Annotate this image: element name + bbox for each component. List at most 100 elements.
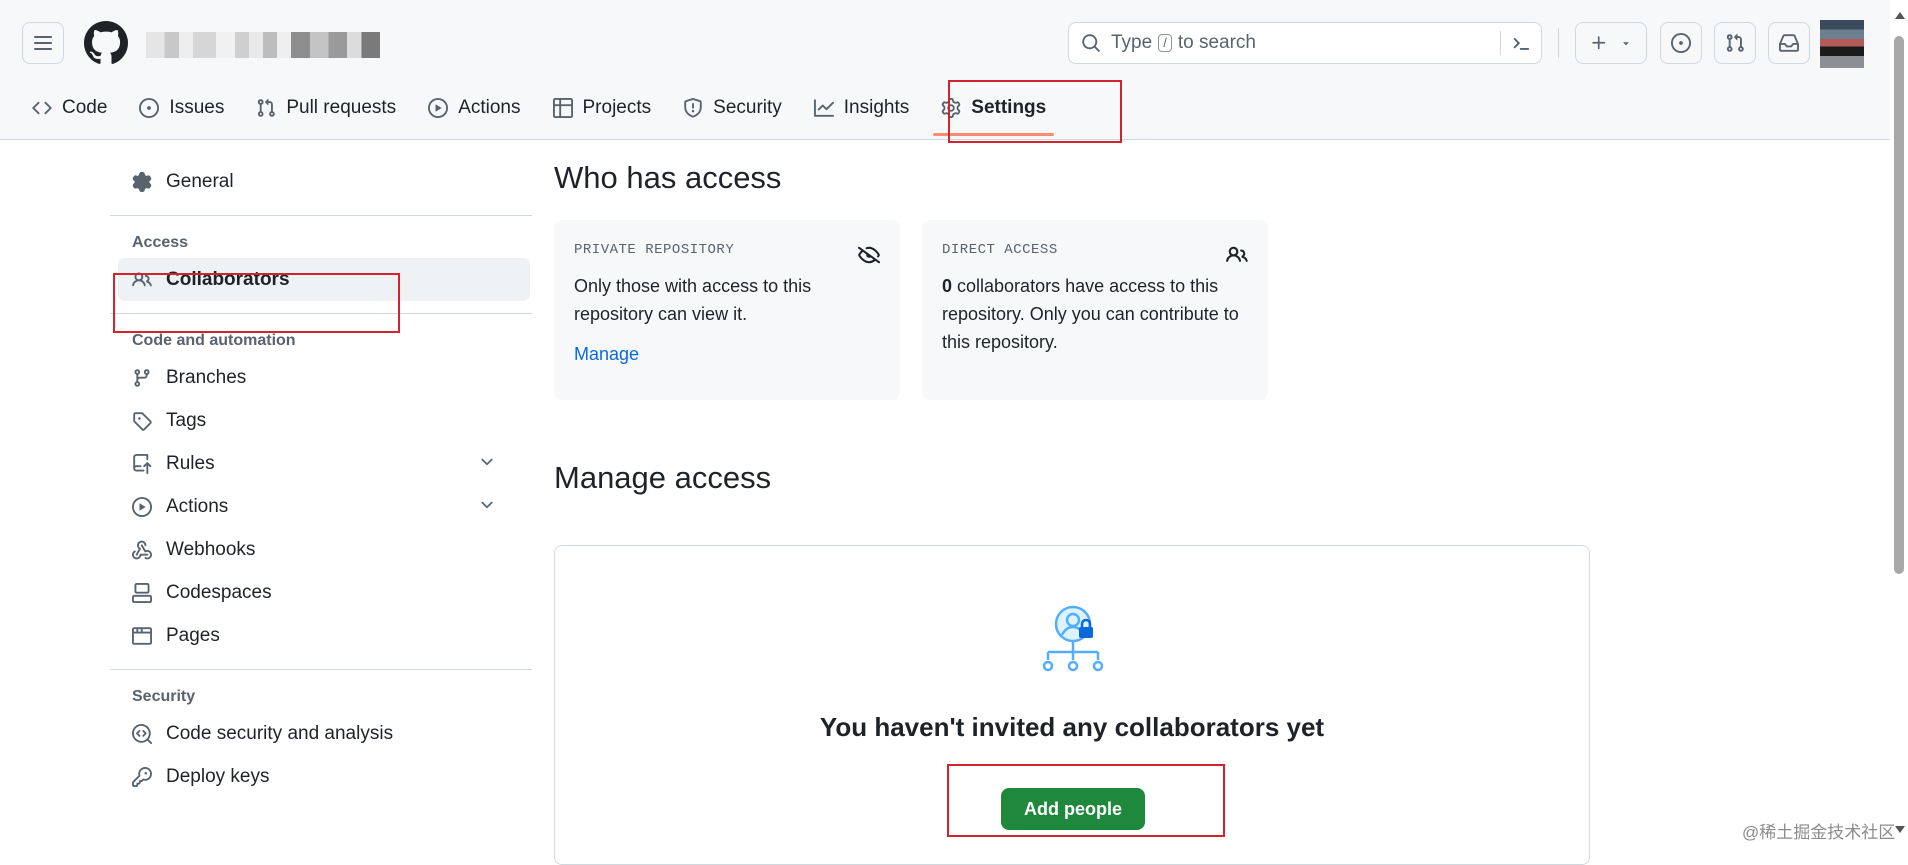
direct-access-card: DIRECT ACCESS 0 collaborators have acces… (922, 220, 1268, 400)
sidebar-item-branches[interactable]: Branches (110, 356, 532, 399)
gear-icon (132, 171, 152, 192)
git-branch-icon (134, 368, 150, 387)
menu-button[interactable] (22, 22, 64, 64)
tab-actions[interactable]: Actions (416, 88, 532, 128)
issue-icon (139, 98, 160, 118)
github-logo-icon[interactable] (84, 21, 128, 65)
scroll-up-arrow-icon[interactable] (1895, 12, 1905, 19)
graph-icon (813, 99, 834, 117)
tab-label: Settings (971, 97, 1047, 118)
search-prefix: Type (1111, 32, 1153, 53)
sidebar-item-label: Rules (166, 452, 215, 474)
codespaces-icon (132, 582, 152, 603)
tab-label: Actions (458, 97, 521, 118)
who-has-access-title: Who has access (554, 160, 782, 195)
header-divider (1558, 28, 1559, 58)
browser-icon (132, 626, 152, 645)
manage-access-panel: You haven't invited any collaborators ye… (554, 545, 1590, 865)
repo-tabs: Code Issues Pull requests Actions Projec… (0, 88, 1066, 140)
tab-security[interactable]: Security (671, 88, 794, 128)
repo-push-icon (133, 453, 152, 474)
key-icon (132, 766, 152, 787)
tab-projects[interactable]: Projects (541, 88, 664, 128)
issue-opened-icon (1671, 33, 1691, 53)
sidebar-group-access: Access (132, 234, 189, 251)
sidebar-item-tags[interactable]: Tags (110, 399, 532, 442)
sidebar-item-label: Actions (166, 495, 229, 517)
page-scrollbar[interactable] (1890, 0, 1908, 846)
tab-insights[interactable]: Insights (802, 88, 921, 128)
private-repository-text: Only those with access to this repositor… (574, 276, 812, 324)
empty-state-text: You haven't invited any collaborators ye… (819, 712, 1325, 742)
notifications-inbox-button[interactable] (1768, 22, 1810, 64)
tab-label: Insights (843, 97, 910, 118)
search-input[interactable]: Type / to search (1068, 22, 1542, 64)
plus-icon (1592, 36, 1606, 50)
table-icon (552, 98, 573, 118)
watermark: @稀土掘金技术社区 (1742, 823, 1896, 842)
sidebar-divider (110, 215, 532, 216)
sidebar-divider (110, 669, 532, 670)
tab-label: Code (62, 97, 108, 118)
chevron-down-icon[interactable] (478, 453, 496, 471)
scrollbar-thumb[interactable] (1894, 36, 1904, 574)
tab-label: Pull requests (286, 97, 397, 118)
sidebar-group-code-automation: Code and automation (132, 332, 296, 349)
direct-access-description: collaborators have access to this reposi… (942, 276, 1239, 352)
scroll-down-arrow-icon[interactable] (1895, 826, 1905, 833)
tab-issues[interactable]: Issues (127, 88, 236, 128)
pull-request-icon (258, 98, 276, 117)
main-content: Who has access PRIVATE REPOSITORY Only t… (554, 160, 1590, 865)
tab-code[interactable]: Code (20, 88, 119, 128)
sidebar-group-security: Security (132, 688, 196, 705)
sidebar-item-actions[interactable]: Actions (110, 485, 532, 528)
sidebar-item-code-security[interactable]: Code security and analysis (110, 712, 532, 755)
sidebar-item-general[interactable]: General (110, 160, 532, 203)
sidebar-item-collaborators[interactable]: Collaborators (118, 258, 530, 301)
collaborator-count: 0 (942, 276, 953, 296)
sidebar-item-label: Tags (166, 409, 207, 431)
user-avatar[interactable] (1820, 20, 1864, 68)
sidebar-item-deploy-keys[interactable]: Deploy keys (110, 755, 532, 798)
sidebar-item-label: Code security and analysis (166, 722, 394, 744)
search-divider (1500, 31, 1501, 55)
repo-header: Type / to search Code Issues Pull reques… (0, 0, 1908, 143)
tab-label: Issues (169, 97, 225, 118)
sidebar-item-rules[interactable]: Rules (110, 442, 532, 485)
sidebar-item-webhooks[interactable]: Webhooks (110, 528, 532, 571)
owner-repo-name-blurred[interactable] (146, 32, 380, 58)
collaborators-lock-icon (1042, 605, 1104, 672)
sidebar-item-pages[interactable]: Pages (110, 614, 532, 657)
eye-closed-icon (858, 246, 880, 264)
add-people-button[interactable]: Add people (1001, 788, 1145, 830)
manage-link[interactable]: Manage (574, 344, 880, 365)
caret-down-icon (1623, 42, 1629, 46)
play-icon (428, 98, 449, 118)
tab-label: Projects (582, 97, 652, 118)
sidebar-item-label: Deploy keys (166, 765, 270, 787)
sidebar-item-label: Collaborators (166, 268, 290, 290)
git-pull-request-icon (1726, 33, 1744, 52)
create-new-button[interactable] (1575, 22, 1647, 64)
your-pull-requests-button[interactable] (1714, 22, 1756, 64)
sidebar-item-codespaces[interactable]: Codespaces (110, 571, 532, 614)
sidebar-item-label: Codespaces (166, 581, 272, 603)
your-issues-button[interactable] (1660, 22, 1702, 64)
command-palette-icon[interactable] (1511, 33, 1531, 53)
people-icon (1226, 246, 1248, 262)
sidebar-item-label: Webhooks (166, 538, 256, 560)
play-icon (132, 496, 152, 517)
manage-access-title: Manage access (554, 460, 772, 495)
chevron-down-icon[interactable] (478, 496, 496, 514)
webhook-icon (132, 540, 152, 559)
shield-icon (684, 98, 702, 118)
tab-settings[interactable]: Settings (929, 88, 1058, 136)
direct-access-text: 0 collaborators have access to this repo… (942, 272, 1248, 356)
gear-icon (942, 98, 961, 118)
search-icon (1082, 34, 1100, 52)
settings-sidebar: General Access Collaborators Code and au… (110, 160, 532, 798)
sidebar-item-label: General (166, 170, 234, 192)
hamburger-icon (34, 36, 52, 50)
tab-pull-requests[interactable]: Pull requests (244, 88, 408, 128)
card-caption: DIRECT ACCESS (942, 242, 1058, 258)
